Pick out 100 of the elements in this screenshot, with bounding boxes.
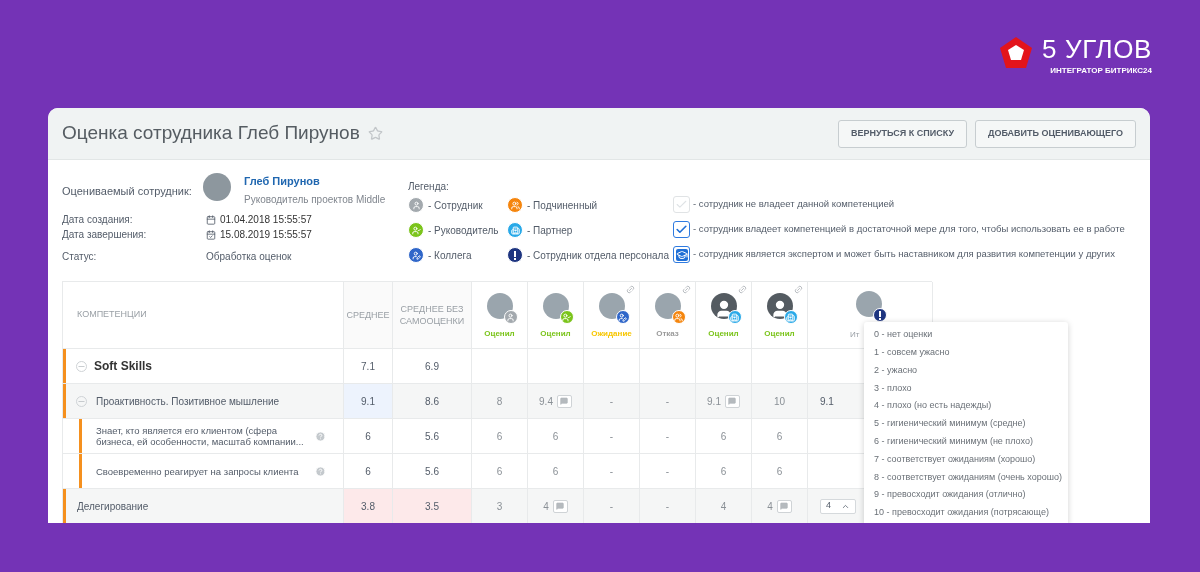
score-value: 4 xyxy=(720,499,727,514)
average-cell: 6 xyxy=(344,419,393,453)
link-icon[interactable] xyxy=(736,283,749,296)
dropdown-option[interactable]: 7 - соответствует ожиданиям (хорошо) xyxy=(864,450,1068,469)
score-value: - xyxy=(609,499,614,514)
score-value: 10 xyxy=(773,394,786,409)
person-check-icon xyxy=(408,222,424,238)
competence-name: Своевременно реагирует на запросы клиента xyxy=(96,465,300,477)
legend-label: - Сотрудник xyxy=(428,198,483,213)
legend-label: - Партнер xyxy=(527,223,573,238)
column-header: СРЕДНЕЕ xyxy=(346,309,390,321)
score-value: 6 xyxy=(776,464,783,479)
comment-icon[interactable] xyxy=(552,499,568,513)
average-cell: 9.1 xyxy=(344,384,393,418)
person-pen-icon xyxy=(408,247,424,263)
dropdown-option[interactable]: 1 - совсем ужасно xyxy=(864,343,1068,362)
calendar-icon xyxy=(206,229,216,240)
legend-label: - Сотрудник отдела персонала xyxy=(527,248,669,263)
score-value: 6 xyxy=(552,429,559,444)
dropdown-option[interactable]: 8 - соответствует ожиданиям (очень хорошо) xyxy=(864,468,1068,487)
link-icon[interactable] xyxy=(792,283,805,296)
dropdown-option[interactable]: 6 - гигиенический минимум (не плохо) xyxy=(864,432,1068,451)
dropdown-option[interactable]: 3 - плохо xyxy=(864,379,1068,398)
dropdown-option[interactable]: 9 - превосходит ожидания (отлично) xyxy=(864,486,1068,504)
score-value: - xyxy=(609,464,614,479)
final-score: 9.1 xyxy=(820,394,834,409)
calendar-icon xyxy=(206,214,216,225)
average-cell: 6.9 xyxy=(393,349,472,383)
average-cell: 5.6 xyxy=(393,454,472,488)
field-label: Дата создания: xyxy=(62,213,134,227)
average-cell: 5.6 xyxy=(393,419,472,453)
evaluator-status: Ожидание xyxy=(591,328,632,340)
brand-tagline: ИНТЕГРАТОР БИТРИКС24 xyxy=(1050,66,1152,76)
dropdown-option[interactable]: 5 - гигиенический минимум (средне) xyxy=(864,415,1068,433)
field-label: Статус: xyxy=(62,250,98,264)
evaluator-status: Отказ xyxy=(656,328,679,340)
competence-name: Знает, кто является его клиентом (сфера бизнеса, ей особенности, масштаб компании... xyxy=(96,425,305,447)
legend-label: - Подчиненный xyxy=(527,198,598,213)
score-value: - xyxy=(665,394,670,409)
created-date: 01.04.2018 15:55:57 xyxy=(220,213,312,227)
score-value: 4 xyxy=(543,499,549,514)
score-value: 6 xyxy=(720,464,727,479)
score-select[interactable]: 4 xyxy=(820,498,856,514)
score-value: 6 xyxy=(720,429,727,444)
evaluator-status: Оценил xyxy=(708,328,739,340)
employee-position: Руководитель проектов Middle xyxy=(244,192,386,207)
score-value: 6 xyxy=(496,429,503,444)
column-header: СРЕДНЕЕ БЕЗ САМООЦЕНКИ xyxy=(398,303,466,327)
exclamation-icon xyxy=(507,247,523,263)
dropdown-option[interactable]: 10 - превосходит ожидания (потрясающе) xyxy=(864,503,1068,522)
comment-icon[interactable] xyxy=(556,394,572,408)
average-cell: 6 xyxy=(344,454,393,488)
score-value: 6 xyxy=(552,464,559,479)
help-icon[interactable] xyxy=(315,465,326,477)
average-cell: 3.5 xyxy=(393,489,472,523)
score-value: 8 xyxy=(496,394,503,409)
logo-icon xyxy=(998,35,1034,71)
average-cell: 3.8 xyxy=(344,489,393,523)
link-icon[interactable] xyxy=(680,283,693,296)
column-header: КОМПЕТЕНЦИИ xyxy=(77,308,147,322)
help-icon[interactable] xyxy=(315,430,326,442)
evaluator-status: Оценил xyxy=(764,328,795,340)
row-marker xyxy=(63,489,66,523)
star-icon[interactable] xyxy=(367,126,383,141)
column-header: Ит xyxy=(850,329,860,341)
dropdown-option[interactable]: 2 - ужасно xyxy=(864,361,1068,380)
comment-icon[interactable] xyxy=(776,499,792,513)
legend-label: - сотрудник владеет компетенцией в достаточной мере для того, чтобы использовать ее в работе xyxy=(693,222,1125,237)
evaluator-status: Оценил xyxy=(484,328,515,340)
dropdown-option[interactable]: 4 - плохо (но есть надежды) xyxy=(864,397,1068,415)
graduation-cap-icon xyxy=(673,246,690,263)
brand-name: 5 УГЛОВ xyxy=(1042,34,1152,64)
employee-name-link[interactable]: Глеб Пирунов xyxy=(244,173,386,190)
score-value: - xyxy=(609,429,614,444)
evaluator-status: Оценил xyxy=(540,328,571,340)
page-title: Оценка сотрудника Глеб Пирунов xyxy=(62,121,360,146)
score-value: 6 xyxy=(496,464,503,479)
score-value: 4 xyxy=(767,499,773,514)
average-cell: 7.1 xyxy=(344,349,393,383)
header-button[interactable]: ДОБАВИТЬ ОЦЕНИВАЮЩЕГО xyxy=(975,119,1136,148)
header-button[interactable]: ВЕРНУТЬСЯ К СПИСКУ xyxy=(837,119,967,148)
score-value: - xyxy=(665,429,670,444)
comment-icon[interactable] xyxy=(724,394,740,408)
checkbox-checked-icon xyxy=(673,221,690,238)
average-cell: 8.6 xyxy=(393,384,472,418)
score-value: - xyxy=(665,499,670,514)
score-value: - xyxy=(609,394,614,409)
score-value: 6 xyxy=(776,429,783,444)
link-icon[interactable] xyxy=(624,283,637,296)
legend-label: - сотрудник не владеет данной компетенцией xyxy=(693,197,895,212)
competence-name: Проактивность. Позитивное мышление xyxy=(96,394,280,409)
avatar-photo-placeholder xyxy=(203,173,231,201)
group-name: Soft Skills xyxy=(94,358,152,375)
checkbox-icon xyxy=(673,196,690,213)
competence-name: Делегирование xyxy=(77,499,149,514)
person-icon xyxy=(408,197,424,213)
dropdown-option[interactable]: 0 - нет оценки xyxy=(864,326,1068,344)
legend-label: - Руководитель xyxy=(428,223,499,238)
score-value: - xyxy=(665,464,670,479)
legend-label: - сотрудник является экспертом и может быть наставником для развития компетенции у других xyxy=(693,247,1115,262)
